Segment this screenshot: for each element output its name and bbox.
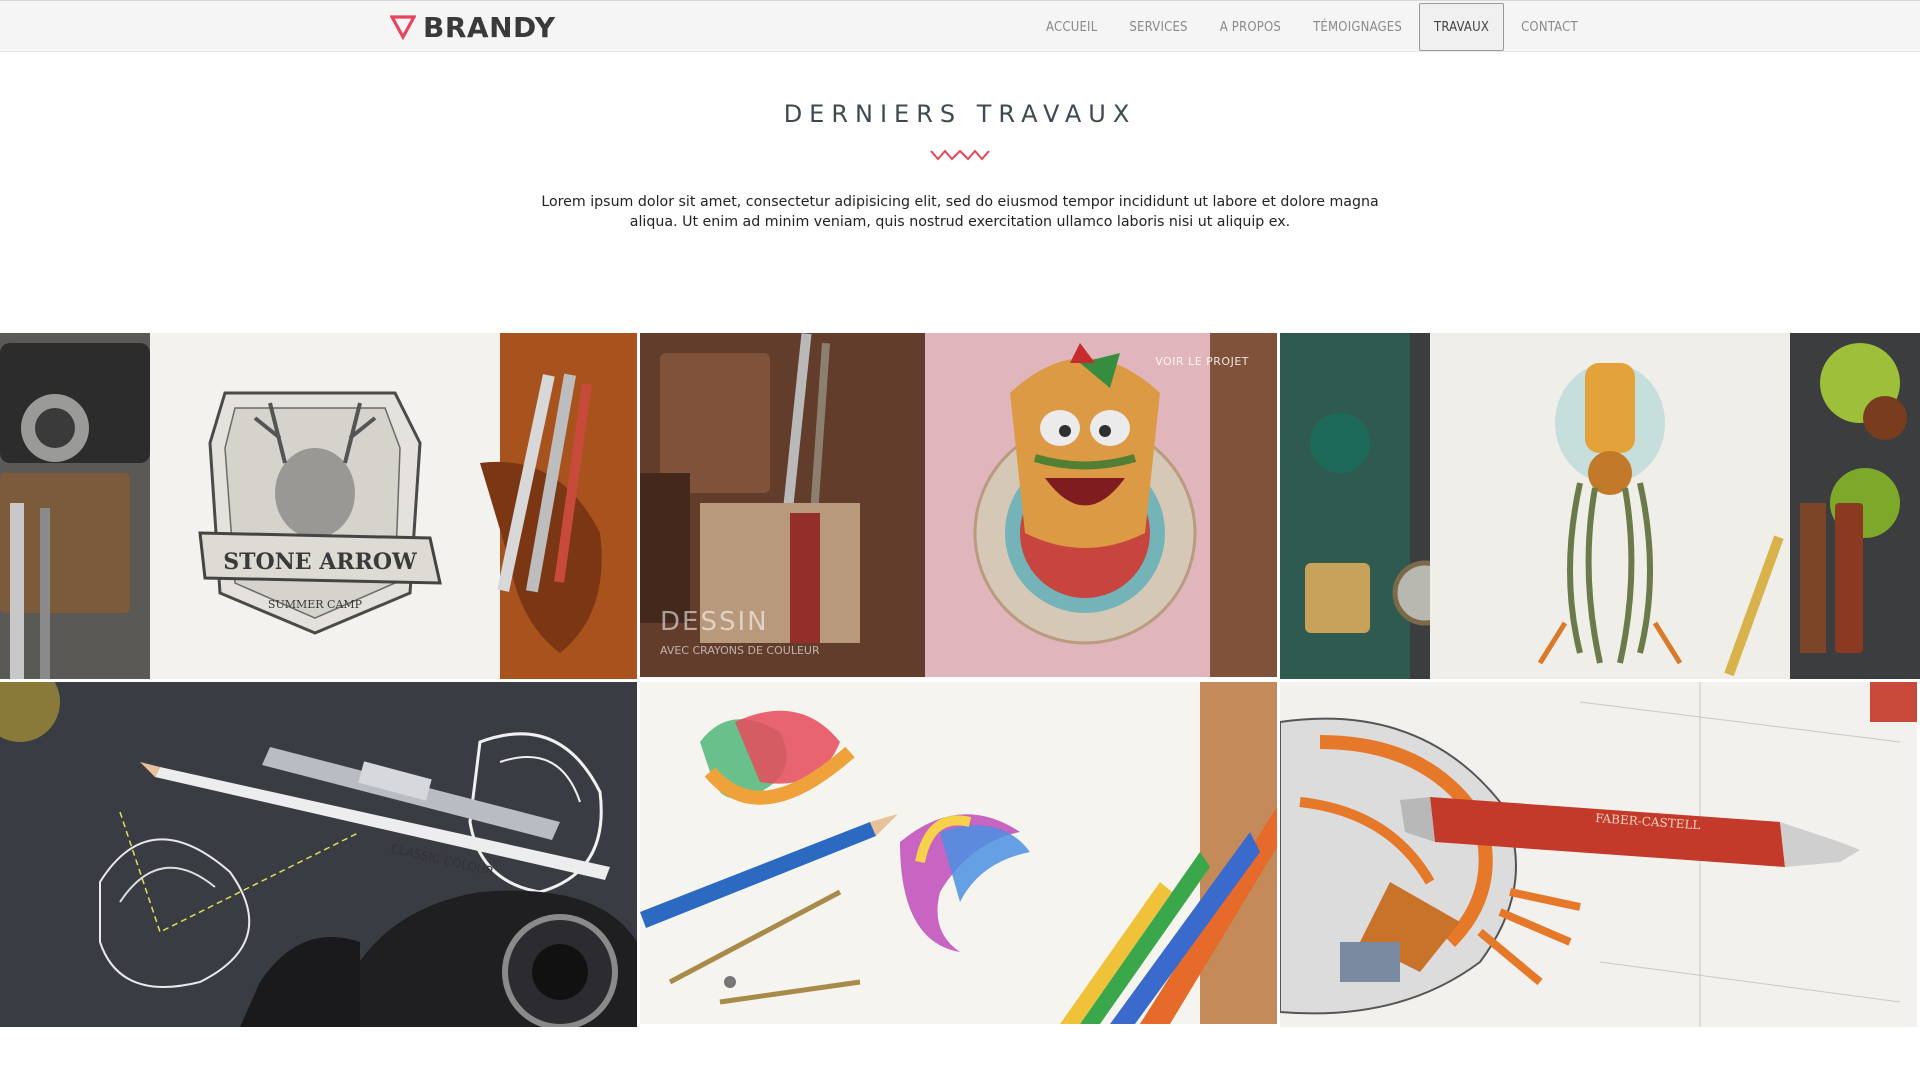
portfolio-tile-4[interactable]: CLASSIC COLOUR	[0, 682, 637, 1027]
brand-name: BRANDY	[423, 10, 556, 44]
nav-item-temoignages[interactable]: TÉMOIGNAGES	[1298, 3, 1417, 51]
portfolio-tile-2[interactable]: VOIR LE PROJET DESSIN AVEC CRAYONS DE CO…	[640, 333, 1277, 677]
deer-badge-artwork: STONE ARROW SUMMER CAMP	[0, 333, 637, 679]
portfolio-tile-3[interactable]	[1280, 333, 1920, 679]
nav-item-a-propos[interactable]: A PROPOS	[1205, 3, 1296, 51]
tile-subtitle: AVEC CRAYONS DE COULEUR	[660, 644, 820, 657]
spaceship-sketch-artwork: FABER-CASTELL	[1280, 682, 1917, 1027]
section-lead: Lorem ipsum dolor sit amet, consectetur …	[541, 194, 1379, 230]
portfolio-tile-5[interactable]	[640, 682, 1277, 1024]
main-nav: ACCUEIL SERVICES A PROPOS TÉMOIGNAGES TR…	[1030, 1, 1594, 53]
nav-item-travaux[interactable]: TRAVAUX	[1419, 3, 1505, 51]
nav-item-contact[interactable]: CONTACT	[1506, 3, 1593, 51]
view-project-link[interactable]: VOIR LE PROJET	[1155, 355, 1249, 368]
portfolio-tile-6[interactable]: FABER-CASTELL	[1280, 682, 1917, 1027]
top-navbar: BRANDY ACCUEIL SERVICES A PROPOS TÉMOIGN…	[0, 0, 1920, 52]
dark-paper-pencils-artwork: CLASSIC COLOUR	[0, 682, 637, 1027]
nav-item-accueil[interactable]: ACCUEIL	[1031, 3, 1112, 51]
portfolio-tile-1[interactable]: STONE ARROW SUMMER CAMP	[0, 333, 637, 679]
ribbon-logos-artwork	[640, 682, 1277, 1024]
zigzag-divider-icon	[930, 149, 990, 161]
nav-item-services[interactable]: SERVICES	[1114, 3, 1202, 51]
portfolio-grid: STONE ARROW SUMMER CAMP VOIR LE PROJET D…	[0, 333, 1920, 1027]
svg-text:SUMMER CAMP: SUMMER CAMP	[268, 598, 363, 611]
robot-jellyfish-artwork	[1280, 333, 1920, 679]
tile-title: DESSIN	[660, 607, 769, 637]
triangle-down-icon	[390, 15, 416, 40]
svg-text:STONE ARROW: STONE ARROW	[223, 549, 417, 575]
brand-logo[interactable]: BRANDY	[390, 10, 556, 44]
section-title: DERNIERS TRAVAUX	[783, 100, 1137, 128]
